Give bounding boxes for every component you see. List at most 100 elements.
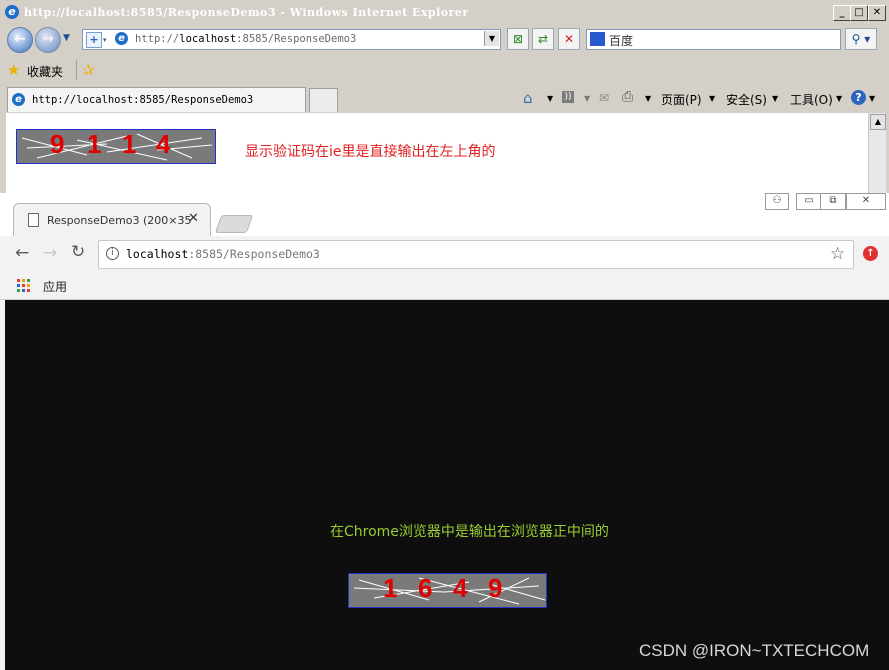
search-button[interactable]: ⚲ ▾ bbox=[845, 28, 877, 50]
ie-window: e http://localhost:8585/ResponseDemo3 - … bbox=[0, 0, 889, 193]
minimize-button[interactable]: _ bbox=[833, 5, 851, 21]
stop-button[interactable]: ✕ bbox=[558, 28, 580, 50]
help-icon[interactable]: ? bbox=[851, 90, 866, 105]
reload-icon: ↻ bbox=[71, 242, 86, 262]
search-provider-label: 百度 bbox=[609, 34, 634, 48]
home-icon[interactable]: ⌂ bbox=[523, 89, 533, 107]
user-button[interactable]: ⚇ bbox=[765, 193, 789, 210]
dropdown-icon[interactable]: ▼ bbox=[584, 94, 590, 103]
chrome-minimize-button[interactable]: ▭ bbox=[796, 193, 822, 210]
captcha-digit: 4 bbox=[156, 129, 171, 159]
back-icon: ← bbox=[14, 31, 26, 47]
forward-icon: → bbox=[43, 243, 58, 263]
maximize-button[interactable]: □ bbox=[850, 5, 868, 21]
chrome-omnibox[interactable]: i localhost:8585/ResponseDemo3 ☆ bbox=[98, 240, 854, 269]
ie-message-text: 显示验证码在ie里是直接输出在左上角的 bbox=[245, 144, 496, 160]
minimize-icon: ▭ bbox=[804, 195, 814, 206]
apps-link[interactable]: 应用 bbox=[43, 278, 67, 295]
safety-menu[interactable]: 安全(S) bbox=[726, 91, 767, 108]
captcha-digit: 6 bbox=[418, 573, 433, 603]
stop-icon: ✕ bbox=[563, 32, 575, 46]
chrome-message-text: 在Chrome浏览器中是输出在浏览器正中间的 bbox=[330, 524, 609, 540]
refresh-icon: ⇄ bbox=[537, 32, 549, 46]
chrome-maximize-button[interactable]: ⧉ bbox=[820, 193, 846, 210]
search-icon: ⚲ ▾ bbox=[851, 32, 871, 46]
captcha-digit: 9 bbox=[488, 573, 503, 603]
close-icon: ✕ bbox=[861, 195, 871, 206]
ie-window-title: http://localhost:8585/ResponseDemo3 - Wi… bbox=[24, 6, 469, 19]
back-button[interactable]: ← bbox=[7, 27, 33, 53]
captcha-digit: 1 bbox=[122, 129, 137, 159]
dropdown-icon: ▾ bbox=[103, 36, 107, 44]
star-icon: ★ bbox=[7, 61, 21, 79]
favorites-button[interactable]: 收藏夹 bbox=[27, 63, 63, 80]
chrome-tab-title: ResponseDemo3 (200×35 bbox=[47, 214, 192, 227]
captcha-digit: 1 bbox=[87, 129, 102, 159]
forward-button[interactable]: → bbox=[43, 243, 57, 263]
page-icon bbox=[28, 213, 39, 227]
page-menu[interactable]: 页面(P) bbox=[661, 91, 702, 108]
apps-grid-icon[interactable] bbox=[17, 279, 31, 293]
baidu-icon: 🐾 bbox=[590, 32, 605, 46]
dropdown-icon: ▼ bbox=[63, 33, 70, 43]
dropdown-icon: ▼ bbox=[869, 94, 876, 103]
back-button[interactable]: ← bbox=[15, 243, 29, 263]
refresh-button[interactable]: ⇄ bbox=[532, 28, 554, 50]
address-dropdown[interactable]: ▼ bbox=[484, 31, 499, 46]
info-icon[interactable]: i bbox=[106, 247, 119, 260]
chrome-new-tab-button[interactable] bbox=[214, 215, 254, 233]
page-icon: e bbox=[12, 93, 25, 106]
print-icon[interactable]: ⎙ bbox=[622, 89, 633, 105]
close-icon[interactable]: ✕ bbox=[188, 211, 199, 226]
dropdown-icon: ▼ bbox=[836, 94, 843, 103]
update-icon[interactable]: ↑ bbox=[863, 246, 878, 261]
compat-view-icon[interactable]: + bbox=[86, 32, 102, 48]
ie-new-tab-button[interactable] bbox=[309, 88, 338, 112]
search-box[interactable]: 🐾 百度 bbox=[586, 29, 841, 50]
history-dropdown[interactable]: ▼ bbox=[63, 33, 70, 43]
tools-menu[interactable]: 工具(O) bbox=[790, 91, 833, 108]
ie-scrollbar[interactable]: ▲ bbox=[868, 113, 886, 193]
scroll-up-button[interactable]: ▲ bbox=[870, 114, 886, 130]
ie-page-content: 9 1 1 4 显示验证码在ie里是直接输出在左上角的 bbox=[6, 113, 868, 193]
ie-captcha-image: 9 1 1 4 bbox=[16, 129, 216, 164]
captcha-noise-lines bbox=[353, 577, 546, 605]
address-bar[interactable]: + ▾ e http://localhost:8585/ResponseDemo… bbox=[82, 29, 501, 50]
captcha-digit: 9 bbox=[50, 129, 65, 159]
forward-icon: → bbox=[42, 31, 54, 47]
reload-button[interactable]: ↻ bbox=[71, 242, 85, 262]
chrome-page-content: 在Chrome浏览器中是输出在浏览器正中间的 1 6 4 9 CSDN @IRO… bbox=[5, 300, 889, 670]
chrome-window: ResponseDemo3 (200×35 ✕ ⚇ ▭ ⧉ ✕ ← → ↻ i … bbox=[0, 193, 889, 670]
compat-view-icon: ⊠ bbox=[512, 32, 524, 46]
captcha-noise-lines bbox=[21, 133, 213, 161]
forward-button[interactable]: → bbox=[35, 27, 61, 53]
page-icon: e bbox=[115, 32, 128, 45]
feed-icon[interactable]: )) bbox=[562, 91, 574, 103]
chrome-close-button[interactable]: ✕ bbox=[846, 193, 886, 210]
captcha-digit: 4 bbox=[453, 573, 468, 603]
chrome-url-text[interactable]: localhost:8585/ResponseDemo3 bbox=[126, 247, 320, 261]
chrome-tab-strip: ResponseDemo3 (200×35 ✕ ⚇ ▭ ⧉ ✕ bbox=[0, 193, 889, 237]
user-icon: ⚇ bbox=[772, 195, 782, 206]
ie-navigation-bar: ← → ▼ + ▾ e http://localhost:8585/Respon… bbox=[0, 26, 889, 56]
dropdown-icon[interactable]: ▼ bbox=[547, 94, 553, 103]
dropdown-icon: ▼ bbox=[772, 94, 779, 103]
dropdown-icon[interactable]: ▼ bbox=[645, 94, 651, 103]
ie-tab-row: e http://localhost:8585/ResponseDemo3 ⌂ … bbox=[0, 85, 889, 112]
chrome-captcha-image: 1 6 4 9 bbox=[348, 573, 547, 608]
dropdown-icon: ▼ bbox=[709, 94, 716, 103]
mail-icon[interactable]: ✉ bbox=[599, 91, 609, 105]
add-favorite-icon[interactable]: ✰ bbox=[82, 61, 95, 79]
watermark-text: CSDN @IRON~TXTECHCOM bbox=[639, 641, 870, 660]
divider bbox=[76, 60, 77, 80]
address-text[interactable]: http://localhost:8585/ResponseDemo3 bbox=[135, 33, 356, 45]
close-window-button[interactable]: ✕ bbox=[868, 5, 886, 21]
ie-logo-icon: e bbox=[5, 5, 19, 19]
captcha-digit: 1 bbox=[383, 573, 398, 603]
compat-button[interactable]: ⊠ bbox=[507, 28, 529, 50]
bookmark-star-icon[interactable]: ☆ bbox=[830, 244, 845, 264]
ie-tab-active[interactable]: e http://localhost:8585/ResponseDemo3 bbox=[7, 87, 306, 112]
chrome-tab-active[interactable]: ResponseDemo3 (200×35 ✕ bbox=[13, 203, 211, 237]
maximize-icon: ⧉ bbox=[829, 195, 837, 206]
ie-tab-title: http://localhost:8585/ResponseDemo3 bbox=[32, 94, 254, 106]
